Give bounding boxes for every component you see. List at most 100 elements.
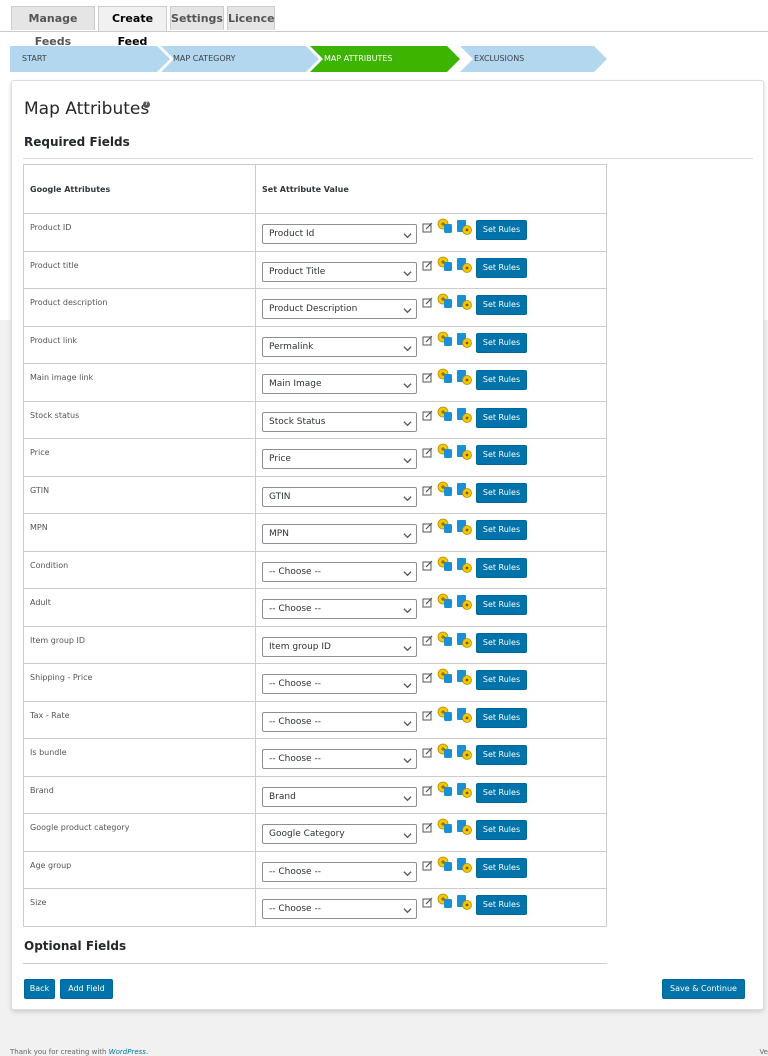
conditional-value-icon[interactable] — [456, 744, 472, 762]
set-rules-button[interactable]: Set Rules — [476, 257, 527, 278]
help-icon[interactable]: ? — [143, 101, 150, 108]
edit-icon[interactable] — [422, 335, 433, 348]
attribute-value-select[interactable]: -- Choose -- — [262, 899, 417, 919]
edit-icon[interactable] — [422, 410, 433, 423]
edit-icon[interactable] — [422, 747, 433, 760]
attribute-value-select[interactable]: -- Choose -- — [262, 711, 417, 732]
conditional-value-icon[interactable] — [456, 332, 472, 350]
set-rules-button[interactable]: Set Rules — [476, 820, 527, 840]
conditional-value-icon[interactable] — [456, 257, 472, 275]
attribute-value-select[interactable]: GTIN — [262, 486, 417, 507]
set-rules-button[interactable]: Set Rules — [476, 332, 527, 353]
conditional-value-icon[interactable] — [456, 857, 472, 875]
set-rules-button[interactable]: Set Rules — [476, 370, 527, 390]
attribute-value-select[interactable]: Permalink — [262, 336, 417, 357]
conditional-value-icon[interactable] — [456, 519, 472, 537]
edit-icon[interactable] — [422, 785, 433, 798]
tab-licence[interactable]: Licence — [227, 6, 275, 30]
attribute-value-select[interactable]: Item group ID — [262, 636, 417, 657]
step-exclusions[interactable]: EXCLUSIONS — [460, 46, 608, 72]
static-value-icon[interactable] — [437, 781, 453, 799]
set-rules-button[interactable]: Set Rules — [476, 707, 527, 728]
attribute-value-select[interactable]: Google Category — [262, 824, 417, 844]
conditional-value-icon[interactable] — [456, 557, 472, 575]
edit-icon[interactable] — [422, 485, 433, 498]
set-rules-button[interactable]: Set Rules — [476, 295, 527, 315]
static-value-icon[interactable] — [437, 668, 453, 686]
edit-icon[interactable] — [422, 597, 433, 610]
edit-icon[interactable] — [422, 222, 433, 235]
set-rules-button[interactable]: Set Rules — [476, 482, 527, 503]
static-value-icon[interactable] — [437, 481, 453, 499]
set-rules-button[interactable]: Set Rules — [476, 895, 527, 915]
static-value-icon[interactable] — [437, 706, 453, 724]
static-value-icon[interactable] — [437, 593, 453, 611]
static-value-icon[interactable] — [437, 406, 453, 424]
attribute-value-select[interactable]: Main Image — [262, 374, 417, 394]
conditional-value-icon[interactable] — [456, 894, 472, 912]
edit-icon[interactable] — [422, 860, 433, 873]
set-rules-button[interactable]: Set Rules — [476, 670, 527, 690]
conditional-value-icon[interactable] — [456, 819, 472, 837]
conditional-value-icon[interactable] — [456, 707, 472, 725]
tab-create-feed[interactable]: Create Feed — [98, 6, 167, 48]
back-button[interactable]: Back — [24, 979, 55, 999]
attribute-value-select[interactable]: -- Choose -- — [262, 561, 417, 582]
static-value-icon[interactable] — [437, 256, 453, 274]
edit-icon[interactable] — [422, 710, 433, 723]
set-rules-button[interactable]: Set Rules — [476, 857, 527, 878]
edit-icon[interactable] — [422, 635, 433, 648]
edit-icon[interactable] — [422, 260, 433, 273]
static-value-icon[interactable] — [437, 893, 453, 911]
set-rules-button[interactable]: Set Rules — [476, 557, 527, 578]
static-value-icon[interactable] — [437, 743, 453, 761]
wordpress-link[interactable]: WordPress — [109, 1048, 146, 1056]
step-map-category[interactable]: MAP CATEGORY — [161, 46, 319, 72]
edit-icon[interactable] — [422, 822, 433, 835]
set-rules-button[interactable]: Set Rules — [476, 407, 527, 428]
set-rules-button[interactable]: Set Rules — [476, 220, 527, 240]
conditional-value-icon[interactable] — [456, 482, 472, 500]
conditional-value-icon[interactable] — [456, 219, 472, 237]
static-value-icon[interactable] — [437, 518, 453, 536]
attribute-value-select[interactable]: -- Choose -- — [262, 599, 417, 619]
edit-icon[interactable] — [422, 297, 433, 310]
static-value-icon[interactable] — [437, 293, 453, 311]
edit-icon[interactable] — [422, 560, 433, 573]
static-value-icon[interactable] — [437, 556, 453, 574]
attribute-value-select[interactable]: Stock Status — [262, 411, 417, 432]
conditional-value-icon[interactable] — [456, 632, 472, 650]
step-map-attributes[interactable]: MAP ATTRIBUTES — [310, 46, 460, 72]
static-value-icon[interactable] — [437, 218, 453, 236]
static-value-icon[interactable] — [437, 368, 453, 386]
add-field-button[interactable]: Add Field — [60, 979, 113, 999]
static-value-icon[interactable] — [437, 631, 453, 649]
attribute-value-select[interactable]: Price — [262, 449, 417, 469]
static-value-icon[interactable] — [437, 818, 453, 836]
static-value-icon[interactable] — [437, 331, 453, 349]
conditional-value-icon[interactable] — [456, 407, 472, 425]
attribute-value-select[interactable]: Product Description — [262, 299, 417, 319]
step-start[interactable]: START — [10, 46, 170, 72]
edit-icon[interactable] — [422, 897, 433, 910]
conditional-value-icon[interactable] — [456, 294, 472, 312]
save-continue-button[interactable]: Save & Continue — [662, 979, 745, 999]
static-value-icon[interactable] — [437, 443, 453, 461]
conditional-value-icon[interactable] — [456, 669, 472, 687]
set-rules-button[interactable]: Set Rules — [476, 745, 527, 765]
conditional-value-icon[interactable] — [456, 594, 472, 612]
attribute-value-select[interactable]: Product Id — [262, 224, 417, 244]
tab-settings[interactable]: Settings — [170, 6, 224, 30]
set-rules-button[interactable]: Set Rules — [476, 595, 527, 615]
tab-manage-feeds[interactable]: Manage Feeds — [11, 6, 95, 48]
attribute-value-select[interactable]: -- Choose -- — [262, 861, 417, 882]
attribute-value-select[interactable]: -- Choose -- — [262, 749, 417, 769]
set-rules-button[interactable]: Set Rules — [476, 632, 527, 653]
set-rules-button[interactable]: Set Rules — [476, 445, 527, 465]
attribute-value-select[interactable]: Product Title — [262, 261, 417, 282]
edit-icon[interactable] — [422, 672, 433, 685]
conditional-value-icon[interactable] — [456, 444, 472, 462]
edit-icon[interactable] — [422, 372, 433, 385]
set-rules-button[interactable]: Set Rules — [476, 520, 527, 540]
attribute-value-select[interactable]: MPN — [262, 524, 417, 544]
